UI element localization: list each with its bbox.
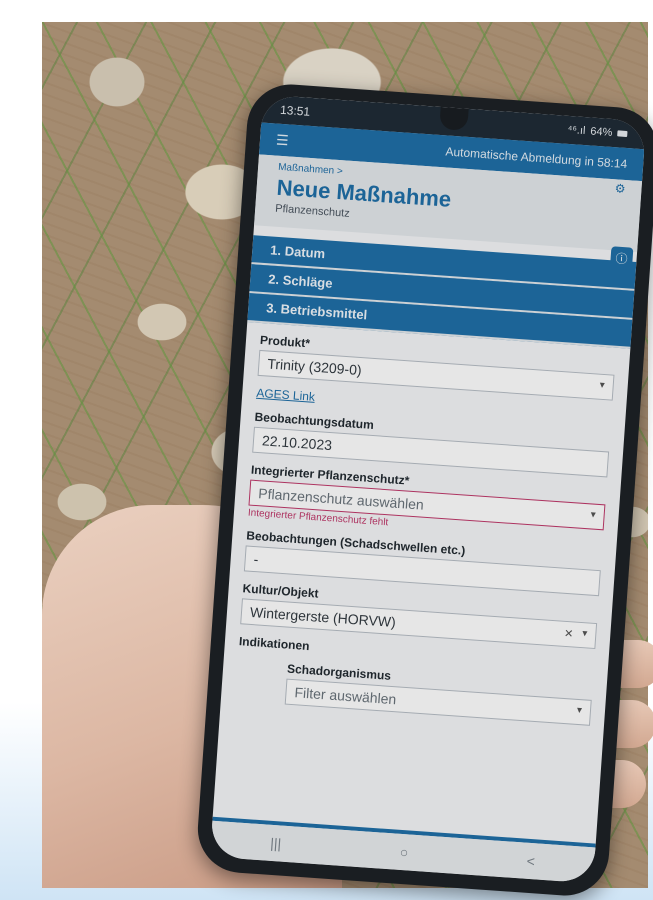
signal-icon: ⁴⁶.ıl (567, 123, 586, 138)
auto-logout-text: Automatische Abmeldung in 58:14 (445, 144, 628, 172)
measure-form: Produkt* Trinity (3209-0) ▾ AGES Link Be… (221, 322, 631, 727)
schadorganismus-placeholder: Filter auswählen (294, 684, 397, 708)
phone-screen: 13:51 ⁴⁶.ıl 64% ☰ Automatische Abmeldung… (209, 94, 647, 884)
settings-icon[interactable]: ⚙ (614, 181, 626, 196)
kultur-value: Wintergerste (HORVW) (249, 603, 397, 631)
chevron-down-icon[interactable]: ▾ (599, 380, 605, 391)
battery-icon (617, 130, 628, 138)
back-button[interactable]: < (526, 853, 535, 870)
recent-apps-button[interactable]: ||| (270, 835, 282, 852)
integrierter-field: Integrierter Pflanzenschutz* Pflanzensch… (248, 463, 607, 544)
battery-level: 64% (589, 125, 613, 139)
integrierter-placeholder: Pflanzenschutz auswählen (257, 485, 425, 513)
clear-icon[interactable]: ✕ (564, 627, 574, 641)
schadorganismus-field: Schadorganismus Filter auswählen ▾ (284, 662, 593, 726)
status-time: 13:51 (279, 102, 311, 119)
beobachtungen-value: - (253, 551, 259, 568)
status-indicators: ⁴⁶.ıl 64% (567, 124, 628, 140)
home-button[interactable]: ○ (399, 844, 409, 861)
chevron-down-icon[interactable]: ▾ (582, 628, 588, 639)
smartphone: 13:51 ⁴⁶.ıl 64% ☰ Automatische Abmeldung… (194, 81, 653, 899)
chevron-down-icon[interactable]: ▾ (577, 705, 583, 716)
menu-icon[interactable]: ☰ (275, 131, 290, 149)
chevron-down-icon[interactable]: ▾ (590, 509, 596, 520)
info-icon[interactable]: ⓘ (609, 246, 634, 270)
produkt-value: Trinity (3209-0) (266, 355, 363, 379)
beobachtungsdatum-value: 22.10.2023 (261, 432, 333, 454)
